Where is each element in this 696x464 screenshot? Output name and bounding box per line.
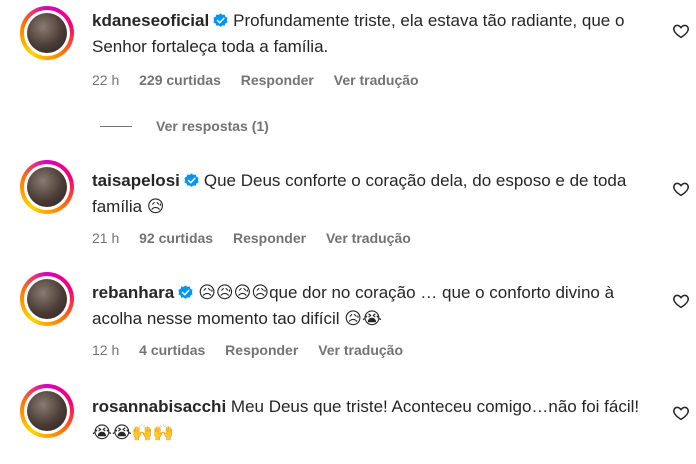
comment-time[interactable]: 22 h (92, 72, 119, 88)
comment-text-block: rosannabisacchi Meu Deus que triste! Aco… (92, 394, 662, 446)
comment-time[interactable]: 12 h (92, 342, 119, 358)
translate-button[interactable]: Ver tradução (318, 342, 403, 358)
reply-button[interactable]: Responder (225, 342, 298, 358)
like-count[interactable]: 229 curtidas (139, 72, 221, 88)
avatar-photo (27, 279, 67, 319)
comment-meta: 22 h 229 curtidas Responder Ver tradução (92, 72, 435, 88)
comment-text-block: taisapelosi Que Deus conforte o coração d… (92, 168, 662, 220)
username[interactable]: rebanhara (92, 283, 174, 302)
avatar-photo (27, 391, 67, 431)
avatar-photo (27, 167, 67, 207)
username[interactable]: rosannabisacchi (92, 397, 226, 416)
avatar-photo (27, 13, 67, 53)
verified-badge-icon (178, 285, 193, 299)
like-count[interactable]: 92 curtidas (139, 230, 213, 246)
username[interactable]: kdaneseoficial (92, 11, 209, 30)
comment-meta: 21 h 92 curtidas Responder Ver tradução (92, 230, 427, 246)
avatar[interactable] (20, 6, 74, 60)
heart-outline-icon[interactable] (672, 404, 690, 422)
translate-button[interactable]: Ver tradução (334, 72, 419, 88)
like-count[interactable]: 4 curtidas (139, 342, 205, 358)
verified-badge-icon (184, 173, 199, 187)
comment-time[interactable]: 21 h (92, 230, 119, 246)
comment-text-block: rebanhara 😥😥😥😥que dor no coração … que o … (92, 280, 662, 332)
view-replies-label: Ver respostas (1) (156, 118, 269, 134)
avatar[interactable] (20, 384, 74, 438)
comment-text-block: kdaneseoficial Profundamente triste, ela … (92, 8, 662, 60)
heart-outline-icon[interactable] (672, 180, 690, 198)
avatar[interactable] (20, 272, 74, 326)
heart-outline-icon[interactable] (672, 22, 690, 40)
username[interactable]: taisapelosi (92, 171, 180, 190)
translate-button[interactable]: Ver tradução (326, 230, 411, 246)
avatar[interactable] (20, 160, 74, 214)
comment-meta: 12 h 4 curtidas Responder Ver tradução (92, 342, 419, 358)
reply-button[interactable]: Responder (233, 230, 306, 246)
replies-divider (100, 125, 132, 127)
view-replies-button[interactable]: Ver respostas (1) (100, 118, 269, 134)
reply-button[interactable]: Responder (241, 72, 314, 88)
heart-outline-icon[interactable] (672, 292, 690, 310)
verified-badge-icon (213, 13, 228, 27)
